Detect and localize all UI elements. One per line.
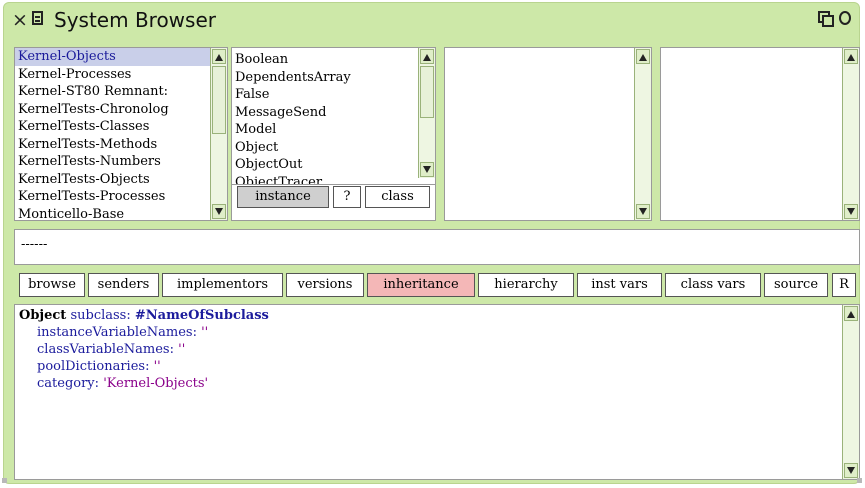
scroll-up-button[interactable] [420,49,434,64]
scroll-up-button[interactable] [844,306,858,321]
message-pane[interactable]: ------ [14,229,860,265]
scroll-down-button[interactable] [844,204,858,219]
comment-toggle-button[interactable]: ? [333,186,361,208]
message-text: ------ [21,237,48,252]
code-string: 'Kernel-Objects' [103,376,209,391]
code-editor-pane[interactable]: Object subclass: #NameOfSubclass instanc… [14,304,860,480]
class-item[interactable]: False [232,86,435,104]
arrow-down-icon [215,208,223,215]
resize-grip-right[interactable] [857,478,862,483]
scroll-down-button[interactable] [636,204,650,219]
close-icon[interactable]: × [12,9,28,31]
code-selector: category: [37,376,100,391]
instance-toggle-button[interactable]: instance [237,186,329,208]
class-item[interactable]: Model [232,121,435,139]
senders-button[interactable]: senders [88,273,159,297]
package-item[interactable]: Monticello-Base [15,206,227,221]
class-scrollbar[interactable] [418,48,435,178]
class-item[interactable]: DependentsArray [232,69,435,87]
class-vars-button[interactable]: class vars [665,273,761,297]
window-title: System Browser [54,8,216,32]
package-item[interactable]: KernelTests-Chronolog [15,101,227,119]
package-list-pane[interactable]: Kernel-Objects Kernel-Processes Kernel-S… [14,47,228,221]
method-list-pane[interactable] [660,47,860,221]
scroll-up-button[interactable] [844,49,858,64]
arrow-up-icon [215,54,223,61]
package-item[interactable]: KernelTests-Numbers [15,153,227,171]
protocol-list-pane[interactable] [444,47,652,221]
arrow-down-icon [847,467,855,474]
inheritance-button[interactable]: inheritance [367,273,475,297]
package-item[interactable]: KernelTests-Methods [15,136,227,154]
code-symbol: #NameOfSubclass [134,308,269,323]
window-menu-icon[interactable] [32,11,43,25]
class-item[interactable]: Object [232,139,435,157]
package-item[interactable]: KernelTests-Processes [15,188,227,206]
scroll-down-button[interactable] [212,204,226,219]
code-text[interactable]: Object subclass: #NameOfSubclass instanc… [15,305,859,392]
arrow-up-icon [423,54,431,61]
scroll-thumb[interactable] [212,66,226,134]
arrow-up-icon [847,54,855,61]
scroll-thumb[interactable] [420,66,434,118]
protocol-scrollbar[interactable] [634,48,651,220]
method-scrollbar[interactable] [842,48,859,220]
code-class-name: Object [19,308,67,323]
collapse-icon[interactable] [818,11,834,27]
scroll-up-button[interactable] [212,49,226,64]
arrow-up-icon [639,54,647,61]
code-selector: instanceVariableNames: [37,325,197,340]
arrow-down-icon [423,166,431,173]
code-string: '' [178,342,186,357]
class-item[interactable]: ObjectOut [232,156,435,174]
versions-button[interactable]: versions [286,273,364,297]
arrow-up-icon [847,311,855,318]
class-toggle-button[interactable]: class [365,186,430,208]
resize-grip-left[interactable] [2,478,7,483]
code-selector: classVariableNames: [37,342,174,357]
package-scrollbar[interactable] [210,48,227,220]
class-item[interactable]: Boolean [232,51,435,69]
title-bar[interactable]: × System Browser [4,3,859,39]
scroll-down-button[interactable] [844,463,858,478]
package-item[interactable]: Kernel-Objects [15,48,227,66]
package-item[interactable]: Kernel-ST80 Remnant: [15,83,227,101]
code-scrollbar[interactable] [842,305,859,479]
source-button[interactable]: source [764,273,828,297]
scroll-up-button[interactable] [636,49,650,64]
code-selector: poolDictionaries: [37,359,150,374]
package-item[interactable]: Kernel-Processes [15,66,227,84]
code-selector: subclass: [70,308,131,323]
class-item[interactable]: MessageSend [232,104,435,122]
package-item[interactable]: KernelTests-Classes [15,118,227,136]
inst-vars-button[interactable]: inst vars [577,273,662,297]
r-button[interactable]: R [832,273,856,297]
implementors-button[interactable]: implementors [162,273,283,297]
scroll-down-button[interactable] [420,162,434,177]
code-string: '' [153,359,161,374]
code-string: '' [201,325,209,340]
arrow-down-icon [639,208,647,215]
package-item[interactable]: KernelTests-Objects [15,171,227,189]
browse-button[interactable]: browse [19,273,85,297]
arrow-down-icon [847,208,855,215]
hierarchy-button[interactable]: hierarchy [478,273,574,297]
expand-icon[interactable] [839,11,851,25]
